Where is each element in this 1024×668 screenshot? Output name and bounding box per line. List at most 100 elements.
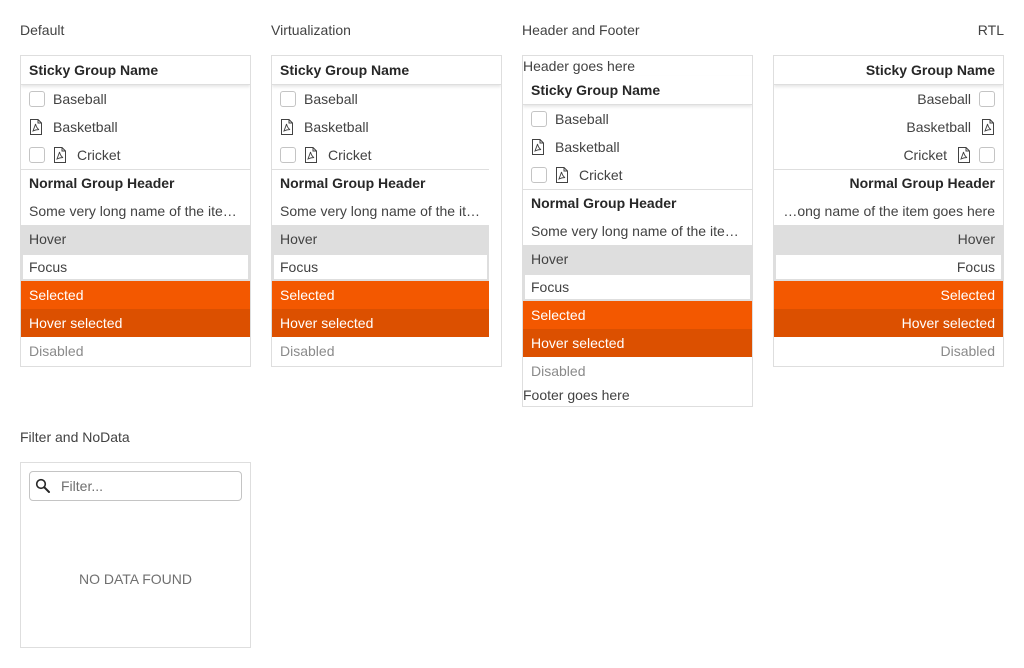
list-item-cricket[interactable]: Cricket [774,141,1003,169]
listbox-header-footer[interactable]: Header goes here Sticky Group Name Baseb… [522,55,753,407]
list-item-baseball[interactable]: Baseball [21,85,250,113]
checkbox-icon[interactable] [29,91,45,107]
item-label: Focus [29,259,68,275]
item-label: Cricket [579,167,623,183]
item-label: Baseball [555,111,609,127]
listbox-default[interactable]: Sticky Group Name Baseball Basketball Cr… [20,55,251,367]
pdf-file-icon [304,147,318,163]
item-label: Disabled [29,343,84,359]
checkbox-icon[interactable] [280,147,296,163]
list-item-basketball[interactable]: Basketball [272,113,489,141]
list-item-selected[interactable]: Selected [774,281,1003,309]
list-item-long[interactable]: Some very long name of the item goes her… [272,197,489,225]
checkbox-icon[interactable] [531,111,547,127]
item-label: Focus [956,259,995,275]
pdf-file-icon [29,119,43,135]
list-item-focus[interactable]: Focus [523,273,752,301]
checkbox-icon[interactable] [979,147,995,163]
pdf-file-icon [555,167,569,183]
item-label: Selected [531,307,586,323]
list-item-baseball[interactable]: Baseball [272,85,489,113]
listbox-filter: NO DATA FOUND [20,462,251,648]
demo-title-rtl: RTL [977,22,1004,38]
item-label: Some very long name of the item goes her… [531,223,744,239]
list-item-selected[interactable]: Selected [21,281,250,309]
sticky-group-header: Sticky Group Name [523,76,752,105]
item-label: Hover selected [280,315,374,331]
item-label: Baseball [304,91,358,107]
demo-title-virtualization: Virtualization [271,22,351,38]
list-item-focus[interactable]: Focus [774,253,1003,281]
checkbox-icon[interactable] [280,91,296,107]
list-header: Header goes here [523,58,636,74]
sticky-group-header: Sticky Group Name [272,56,501,85]
filter-field[interactable] [29,471,242,501]
list-item-hover[interactable]: Hover [272,225,489,253]
item-label: Selected [29,287,84,303]
filter-input[interactable] [61,478,231,494]
no-data-message: NO DATA FOUND [78,571,193,587]
item-label: Cricket [328,147,372,163]
checkbox-icon[interactable] [979,91,995,107]
item-label: …ong name of the item goes here [783,203,995,219]
list-item-hover-selected[interactable]: Hover selected [523,329,752,357]
list-item-focus[interactable]: Focus [272,253,489,281]
item-label: Selected [940,287,995,303]
list-item-disabled: Disabled [21,337,250,365]
item-label: Cricket [77,147,121,163]
list-item-basketball[interactable]: Basketball [774,113,1003,141]
list-item-hover[interactable]: Hover [523,245,752,273]
list-item-long[interactable]: Some very long name of the item goes her… [523,217,752,245]
list-item-long[interactable]: Some very long name of the item goes her… [21,197,250,225]
list-item-cricket[interactable]: Cricket [272,141,489,169]
list-item-long[interactable]: …ong name of the item goes here [774,197,1003,225]
pdf-file-icon [531,139,545,155]
listbox-virtualization[interactable]: Sticky Group Name Baseball Basketball Cr… [271,55,502,367]
pdf-file-icon [280,119,294,135]
checkbox-icon[interactable] [29,147,45,163]
item-label: Basketball [555,139,620,155]
item-label: Basketball [906,119,971,135]
item-label: Hover [29,231,67,247]
item-label: Baseball [917,91,971,107]
pdf-file-icon [981,119,995,135]
normal-group-header: Normal Group Header [523,189,752,217]
item-label: Some very long name of the item goes her… [29,203,242,219]
list-item-baseball[interactable]: Baseball [523,105,752,133]
list-item-selected[interactable]: Selected [523,301,752,329]
normal-group-header: Normal Group Header [21,169,250,197]
list-item-basketball[interactable]: Basketball [523,133,752,161]
list-item-hover-selected[interactable]: Hover selected [21,309,250,337]
list-item-cricket[interactable]: Cricket [21,141,250,169]
list-item-baseball[interactable]: Baseball [774,85,1003,113]
item-label: Some very long name of the item goes her… [280,203,481,219]
demo-title-filter: Filter and NoData [20,429,130,445]
item-label: Hover [531,251,569,267]
list-item-focus[interactable]: Focus [21,253,250,281]
item-label: Focus [280,259,319,275]
item-label: Baseball [53,91,107,107]
list-item-basketball[interactable]: Basketball [21,113,250,141]
list-item-hover-selected[interactable]: Hover selected [272,309,489,337]
item-label: Hover [280,231,318,247]
demo-rtl: RTL Sticky Group Name Baseball Basketbal… [773,20,1004,370]
item-label: Hover selected [531,335,625,351]
pdf-file-icon [53,147,67,163]
checkbox-icon[interactable] [531,167,547,183]
list-item-selected[interactable]: Selected [272,281,489,309]
list-item-cricket[interactable]: Cricket [523,161,752,189]
item-label: Focus [531,279,570,295]
normal-group-header: Normal Group Header [272,169,489,197]
item-label: Disabled [940,343,995,359]
list-footer: Footer goes here [523,387,630,403]
normal-group-header: Normal Group Header [774,169,1003,197]
pdf-file-icon [957,147,971,163]
list-item-hover-selected[interactable]: Hover selected [774,309,1003,337]
item-label: Cricket [903,147,947,163]
demo-default: Default Sticky Group Name Baseball Baske… [20,20,251,370]
list-item-hover[interactable]: Hover [774,225,1003,253]
demo-title-default: Default [20,22,65,38]
listbox-rtl[interactable]: Sticky Group Name Baseball Basketball Cr… [773,55,1004,367]
list-item-hover[interactable]: Hover [21,225,250,253]
search-icon [35,478,51,494]
